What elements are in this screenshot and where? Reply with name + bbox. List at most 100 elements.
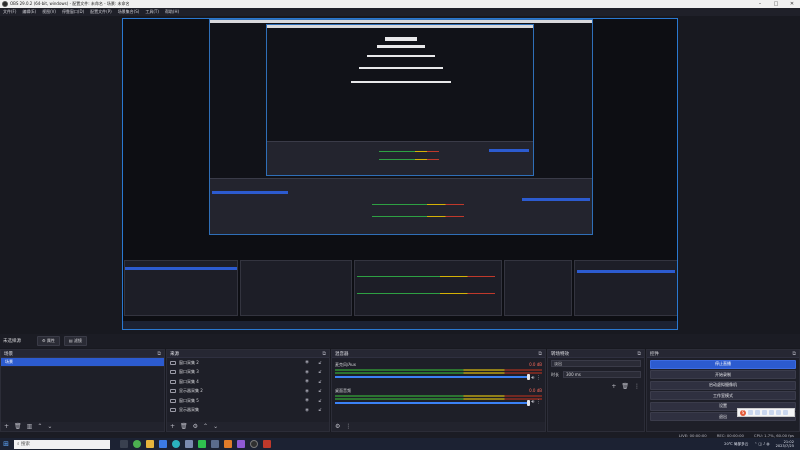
volume-meter [335, 372, 542, 374]
down-icon[interactable]: ⌄ [213, 423, 218, 430]
menu-view[interactable]: 视图(V) [42, 9, 56, 15]
store-icon[interactable] [159, 440, 167, 448]
undock-icon[interactable]: ⧉ [157, 351, 161, 357]
lock-icon[interactable]: 🔓︎ [315, 407, 325, 413]
eye-icon[interactable]: ◉ [302, 389, 312, 394]
menu-scene-collection[interactable]: 场景集合(S) [118, 9, 140, 15]
volume-slider[interactable] [335, 400, 530, 406]
lock-icon[interactable]: 🔓︎ [315, 398, 325, 404]
up-icon[interactable]: ⌃ [37, 423, 42, 430]
source-item[interactable]: 显示器采集 2 ◉ 🔓︎ [167, 387, 329, 397]
properties-button[interactable]: ⚙ 属性 [37, 336, 60, 346]
eye-icon[interactable]: ◉ [302, 398, 312, 403]
duration-value: 300 ms [566, 372, 581, 377]
remove-icon[interactable]: 🗑 [180, 423, 188, 430]
menu-icon[interactable]: ⋮ [345, 423, 351, 430]
ime-mode-icon[interactable] [748, 410, 753, 415]
lock-icon[interactable]: 🔓︎ [315, 369, 325, 375]
mute-icon[interactable]: 🔊︎ ⋮ [531, 375, 541, 381]
transition-select[interactable]: 淡出 [551, 360, 641, 367]
app-icon[interactable] [211, 440, 219, 448]
tray-icons[interactable]: ⌃ ◫ ♪ ◍ [754, 442, 769, 446]
up-icon[interactable]: ⌃ [203, 423, 208, 430]
app-icon[interactable] [224, 440, 232, 448]
ime-keyboard-icon[interactable] [769, 410, 774, 415]
studio-mode-button[interactable]: 工作室模式 [650, 391, 796, 400]
close-icon[interactable]: ✕ [784, 0, 800, 8]
undock-icon[interactable]: ⧉ [792, 351, 796, 357]
tunnel-visual [367, 55, 435, 57]
weather-widget[interactable]: 20℃ 局部多云 [724, 442, 748, 447]
add-icon[interactable]: + [4, 423, 9, 430]
taskbar-search[interactable]: ⌕ 搜索 [14, 439, 110, 449]
source-item[interactable]: 窗口采集 4 ◉ 🔓︎ [167, 377, 329, 387]
windows-start-icon[interactable]: ⊞ [0, 438, 12, 450]
start-recording-button[interactable]: 开始录制 [650, 370, 796, 379]
transitions-dock: 转场特效 ⧉ 淡出 时长 300 ms + 🗑 ⋮ [547, 349, 645, 432]
scene-item[interactable]: 场景 [1, 358, 164, 367]
add-icon[interactable]: + [170, 423, 175, 430]
menu-profile[interactable]: 配置文件(P) [90, 9, 112, 15]
explorer-icon[interactable] [146, 440, 154, 448]
source-item[interactable]: 窗口采集 3 ◉ 🔓︎ [167, 368, 329, 378]
filters-button[interactable]: ▤ 滤镜 [63, 336, 87, 346]
volume-slider[interactable] [335, 374, 530, 380]
ime-menu-icon[interactable] [783, 410, 788, 415]
ime-skin-icon[interactable] [776, 410, 781, 415]
edge-icon[interactable] [172, 440, 180, 448]
lock-icon[interactable]: 🔓︎ [315, 360, 325, 366]
undock-icon[interactable]: ⧉ [538, 351, 542, 357]
ime-punct-icon[interactable] [755, 410, 760, 415]
volume-meter [335, 398, 542, 400]
task-view-icon[interactable] [120, 440, 128, 448]
menu-help[interactable]: 帮助(H) [165, 9, 179, 15]
track-db: 0.0 dB [529, 388, 542, 393]
dock-header: 混音器 ⧉ [332, 350, 545, 358]
eye-icon[interactable]: ◉ [302, 408, 312, 413]
maximize-icon[interactable]: □ [768, 0, 784, 8]
app-icon[interactable] [237, 440, 245, 448]
lock-icon[interactable]: 🔓︎ [315, 388, 325, 394]
clock[interactable]: 21:02 2023/7/25 [776, 440, 794, 448]
weather-desc: 局部多云 [733, 441, 749, 446]
add-icon[interactable]: + [611, 383, 616, 390]
stop-streaming-button[interactable]: 停止直播 [650, 359, 796, 369]
ime-voice-icon[interactable] [762, 410, 767, 415]
preview-canvas[interactable] [122, 18, 678, 330]
eye-icon[interactable]: ◉ [302, 379, 312, 384]
down-icon[interactable]: ⌄ [47, 423, 52, 430]
source-item[interactable]: 窗口采集 2 ◉ 🔓︎ [167, 358, 329, 368]
gear-icon[interactable]: ⚙ [335, 423, 340, 430]
scenes-title: 场景 [4, 351, 13, 357]
wechat-icon[interactable] [198, 440, 206, 448]
menu-docks[interactable]: 停靠窗口(D) [62, 9, 84, 15]
menu-tools[interactable]: 工具(T) [145, 9, 159, 15]
mute-icon[interactable]: 🔊︎ ⋮ [531, 399, 541, 405]
source-label: 显示器采集 2 [179, 388, 203, 394]
source-item[interactable]: 窗口采集 5 ◉ 🔓︎ [167, 396, 329, 406]
eye-icon[interactable]: ◉ [302, 360, 312, 365]
obs-taskbar-icon[interactable] [250, 440, 258, 448]
remove-icon[interactable]: 🗑 [621, 383, 629, 390]
filter-icon[interactable]: ▥ [27, 423, 33, 430]
app-icon[interactable] [185, 440, 193, 448]
duration-input[interactable]: 300 ms [563, 371, 641, 378]
chrome-icon[interactable] [133, 440, 141, 448]
menu-file[interactable]: 文件(F) [3, 9, 16, 15]
gear-icon[interactable]: ⚙ [193, 423, 198, 430]
virtual-camera-button[interactable]: 启动虚拟摄像机 [650, 380, 796, 390]
undock-icon[interactable]: ⧉ [637, 351, 641, 357]
slider-knob[interactable] [527, 374, 530, 380]
eye-icon[interactable]: ◉ [302, 370, 312, 375]
undock-icon[interactable]: ⧉ [322, 351, 326, 357]
ime-toolbar[interactable]: S [737, 408, 795, 417]
menu-edit[interactable]: 编辑(E) [22, 9, 36, 15]
source-item[interactable]: 显示器采集 ◉ 🔓︎ [167, 406, 329, 416]
menu-icon[interactable]: ⋮ [634, 383, 640, 390]
nested-controls [574, 260, 677, 316]
minimize-icon[interactable]: – [752, 0, 768, 8]
remove-icon[interactable]: 🗑 [14, 423, 22, 430]
lock-icon[interactable]: 🔓︎ [315, 379, 325, 385]
slider-knob[interactable] [527, 400, 530, 406]
app-icon[interactable] [263, 440, 271, 448]
